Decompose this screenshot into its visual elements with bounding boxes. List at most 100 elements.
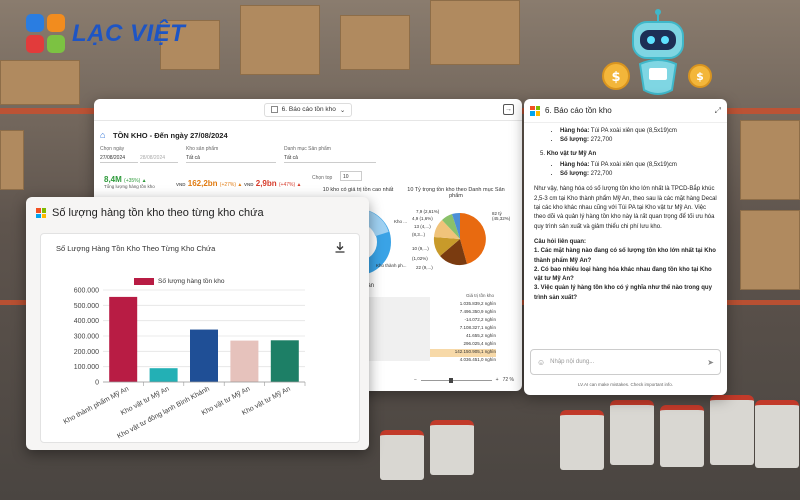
kpi-other-prefix: VND bbox=[244, 182, 254, 187]
category-select[interactable]: Tất cả bbox=[284, 153, 376, 163]
kpi-value-amount: 162,2bn bbox=[187, 179, 218, 188]
kpi-total-caption: Tổng lượng hàng tồn kho bbox=[104, 184, 155, 189]
table-cell: 4.036.451,0 nghìn bbox=[459, 357, 496, 362]
page-title: ⌂ TỒN KHO - Đến ngày 27/08/2024 bbox=[100, 131, 228, 141]
kpi-value-prefix: VND bbox=[176, 182, 186, 187]
date-from-input[interactable]: 27/08/2024 bbox=[100, 153, 138, 163]
chat-header: 6. Báo cáo tồn kho ⤢ bbox=[524, 99, 727, 123]
kpi-value-change: (+27%) ▲ bbox=[219, 182, 243, 188]
svg-text:$: $ bbox=[611, 70, 620, 85]
chat-message: Hàng hóa: Túi PA xoài xiên que (8,5x19)c… bbox=[524, 123, 727, 303]
chat-disclaimer: LV.AI can make mistakes. Check important… bbox=[577, 382, 674, 387]
card-header: Số lượng hàng tồn kho theo từng kho chứa bbox=[36, 207, 264, 219]
paint-bucket bbox=[380, 430, 424, 480]
warehouse-label: Kho sản phẩm bbox=[186, 146, 219, 152]
related-question[interactable]: 2. Có bao nhiêu loại hàng hóa khác nhau … bbox=[534, 266, 719, 285]
emoji-icon[interactable]: ☺ bbox=[537, 358, 545, 367]
send-icon[interactable]: ➤ bbox=[707, 358, 714, 367]
windows-logo-icon bbox=[36, 208, 46, 218]
pie-label: 22 (9,...) bbox=[416, 265, 433, 270]
list-item: Số lượng: 272,700 bbox=[560, 136, 719, 145]
dashboard-toolbar: 6. Báo cáo tồn kho ⌄ → bbox=[94, 99, 522, 121]
section-number: 5. bbox=[540, 150, 546, 157]
donut-label: Kho thành ph... bbox=[376, 263, 407, 268]
table-cell: 296.025,4 nghìn bbox=[463, 341, 496, 346]
expand-icon[interactable]: ⤢ bbox=[715, 106, 721, 116]
warehouse-select[interactable]: Tất cả bbox=[186, 153, 276, 163]
top-select[interactable]: 10 bbox=[340, 171, 362, 181]
table-row: -14.072,2 nghìn bbox=[430, 317, 496, 325]
category-pie-chart bbox=[433, 212, 486, 266]
table-row: 1.035.839,2 nghìn bbox=[430, 301, 496, 309]
ai-chat-panel: 6. Báo cáo tồn kho ⤢ Hàng hóa: Túi PA xo… bbox=[524, 99, 727, 395]
report-select[interactable]: 6. Báo cáo tồn kho ⌄ bbox=[263, 102, 353, 117]
y-tick-label: 200.000 bbox=[74, 349, 99, 356]
paint-bucket bbox=[710, 395, 754, 465]
item-label: Số lượng: bbox=[560, 137, 589, 144]
robot-mascot-icon: $ $ bbox=[602, 9, 712, 95]
zoom-slider[interactable] bbox=[420, 377, 492, 383]
related-question[interactable]: 1. Các mặt hàng nào đang có số lượng tồn… bbox=[534, 247, 719, 266]
inventory-bar-chart: 600.000 500.000 400.000 300.000 200.000 100.0… bbox=[62, 288, 306, 440]
download-icon[interactable] bbox=[335, 242, 345, 253]
report-icon bbox=[270, 106, 278, 113]
related-question[interactable]: 3. Việc quản lý hàng tồn kho có ý nghĩa … bbox=[534, 284, 719, 303]
date-to-input[interactable]: 28/08/2024 bbox=[140, 153, 178, 163]
section-title: Kho vật tư Mỹ An bbox=[546, 150, 597, 157]
bar bbox=[190, 329, 218, 382]
pie-label: (8,3...) bbox=[412, 232, 426, 237]
cardboard-box bbox=[240, 5, 320, 75]
table-row: 7.108.327,1 nghìn bbox=[430, 325, 496, 333]
item-value: Túi PA xoài xiên que (8,5x19)cm bbox=[590, 161, 677, 168]
item-value: 272,700 bbox=[590, 171, 613, 178]
cardboard-box bbox=[340, 15, 410, 70]
item-label: Số lượng: bbox=[560, 171, 589, 178]
bar bbox=[230, 340, 259, 382]
zoom-control: − + 72 % bbox=[414, 375, 514, 385]
date-label: Chọn ngày bbox=[100, 146, 125, 152]
item-label: Hàng hóa: bbox=[560, 128, 590, 134]
kpi-other-change: (+47%) ▲ bbox=[278, 182, 302, 188]
pie-label: 4,9 (1,6%) bbox=[412, 216, 433, 221]
y-tick-label: 500.000 bbox=[74, 303, 99, 310]
y-tick-label: 0 bbox=[95, 380, 99, 387]
bar bbox=[270, 340, 299, 382]
kpi-total: 8,4M (+35%) ▲ Tổng lượng hàng tồn kho bbox=[104, 175, 155, 189]
list-item: Số lượng: 272,700 bbox=[560, 170, 719, 179]
table-header: Giá trị tồn kho bbox=[466, 293, 495, 298]
bar bbox=[109, 296, 138, 382]
paint-bucket bbox=[660, 405, 704, 467]
cardboard-box bbox=[740, 120, 800, 200]
brand-name: LẠC VIỆT bbox=[72, 20, 186, 47]
item-label: Hàng hóa: bbox=[560, 161, 590, 168]
section-heading: 5. Kho vật tư Mỹ An bbox=[534, 150, 719, 159]
list-item: Hàng hóa: Túi PA xoài xiên que (8,5x19)c… bbox=[560, 161, 719, 170]
table-row: 41.655,2 nghìn bbox=[430, 333, 496, 341]
table-row: 4.036.451,0 nghìn bbox=[430, 357, 496, 365]
chat-input-field[interactable]: ☺ Nhập nội dung... ➤ bbox=[530, 349, 721, 375]
kpi-other-amount: 2,9bn bbox=[255, 179, 277, 188]
y-tick-label: 100.000 bbox=[74, 364, 99, 371]
table-cell: 1.035.839,2 nghìn bbox=[459, 301, 496, 306]
cardboard-box bbox=[740, 210, 800, 290]
cardboard-box bbox=[0, 130, 24, 190]
dashboard-title-text: TỒN KHO - Đến ngày 27/08/2024 bbox=[113, 131, 228, 140]
zoom-in-icon[interactable]: + bbox=[496, 377, 499, 383]
chat-list: Hàng hóa: Túi PA xoài xiên que (8,5x19)c… bbox=[534, 161, 719, 180]
report-select-value: 6. Báo cáo tồn kho bbox=[281, 106, 336, 113]
pie-label: 10 (9,...) bbox=[412, 246, 429, 251]
cardboard-box bbox=[430, 0, 520, 65]
exit-icon[interactable]: → bbox=[503, 104, 514, 115]
pie-label: 7,9 (2,61%) bbox=[416, 209, 440, 214]
kpi-other: VND 2,9bn (+47%) ▲ bbox=[244, 179, 302, 188]
pie-label: 13 (4,...) bbox=[414, 224, 431, 229]
zoom-out-icon[interactable]: − bbox=[414, 377, 417, 383]
chat-input-placeholder: Nhập nội dung... bbox=[550, 359, 595, 365]
home-icon[interactable]: ⌂ bbox=[100, 131, 109, 140]
kpi-total-value: 8,4M bbox=[104, 175, 122, 184]
windows-logo-icon bbox=[530, 105, 540, 116]
y-tick-label: 400.000 bbox=[74, 318, 99, 325]
item-value: 272,700 bbox=[590, 137, 613, 144]
pie-label: (1,02%) bbox=[412, 256, 428, 261]
category-ratio-chart-title: 10 Tỷ trọng tồn kho theo Danh mục Sản ph… bbox=[407, 187, 505, 199]
